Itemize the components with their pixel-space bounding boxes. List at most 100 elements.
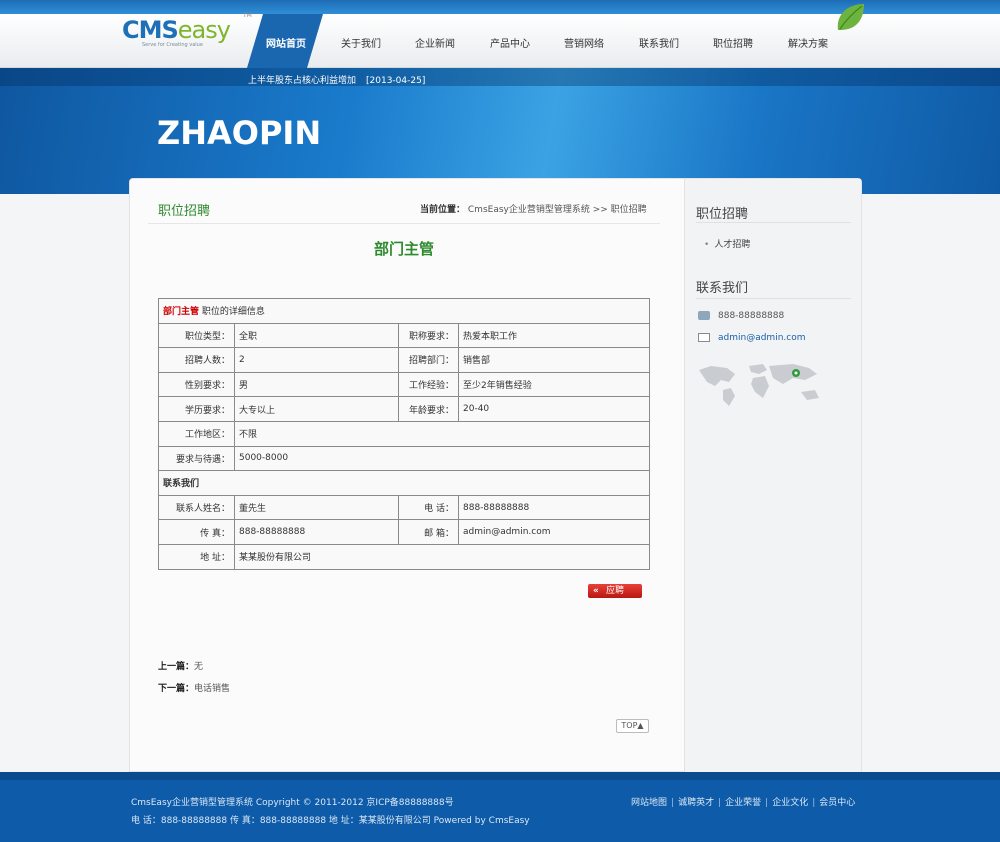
next-article[interactable]: 下一篇：电话销售: [158, 681, 230, 694]
footer-links: 网站地图 | 诚聘英才 | 企业荣誉 | 企业文化 | 会员中心: [631, 795, 855, 808]
nav-item-solutions[interactable]: 解决方案: [788, 35, 828, 50]
sidebar-phone: 888-88888888: [698, 311, 784, 321]
sidebar-divider: [696, 222, 851, 223]
field-label: 年龄要求：: [398, 396, 459, 422]
banner-title: ZHAOPIN: [157, 114, 322, 152]
sidebar-heading-contact: 联系我们: [696, 281, 749, 296]
field-label: 工作经验：: [398, 371, 459, 398]
nav-item-news[interactable]: 企业新闻: [415, 35, 455, 50]
heading-divider: [148, 223, 660, 224]
field-label: 联系人姓名：: [158, 494, 235, 521]
nav-item-products[interactable]: 产品中心: [490, 35, 530, 50]
news-ticker[interactable]: 上半年股东占核心利益增加 [2013-04-25]: [248, 73, 425, 86]
field-label: 邮 箱：: [398, 519, 459, 545]
sidebar-email[interactable]: admin@admin.com: [698, 333, 805, 343]
breadcrumb: 当前位置： CmsEasy企业营销型管理系统 >> 职位招聘: [420, 202, 647, 215]
separator: |: [765, 798, 769, 808]
field-label: 性别要求：: [158, 371, 235, 398]
apply-label: 应聘: [605, 586, 624, 596]
table-row: 性别要求： 男 工作经验： 至少2年销售经验: [158, 371, 650, 398]
nav-item-jobs[interactable]: 职位招聘: [713, 35, 753, 50]
table-caption-row: 部门主管 职位的详细信息: [158, 298, 650, 324]
footer-link-sitemap[interactable]: 网站地图: [631, 798, 667, 808]
table-row: 地 址： 某某股份有限公司: [158, 543, 650, 570]
table-row: 要求与待遇： 5000-8000: [158, 445, 650, 472]
field-label: 职位类型：: [158, 322, 235, 349]
apply-button[interactable]: « 应聘: [588, 584, 642, 598]
field-label: 要求与待遇：: [158, 445, 235, 472]
footer-link-honors[interactable]: 企业荣誉: [725, 798, 761, 808]
phone-icon: [698, 311, 710, 320]
table-row: 招聘人数： 2 招聘部门： 销售部: [158, 347, 650, 373]
logo-tm: TM: [243, 12, 252, 19]
breadcrumb-path[interactable]: CmsEasy企业营销型管理系统 >> 职位招聘: [468, 205, 647, 215]
world-map-image: [699, 364, 819, 406]
caption-job-name: 部门主管: [163, 307, 200, 318]
field-label: 招聘人数：: [158, 347, 235, 373]
back-to-top-button[interactable]: TOP▲: [616, 719, 649, 733]
field-value: 董先生: [234, 494, 399, 521]
footer-link-culture[interactable]: 企业文化: [772, 798, 808, 808]
leaf-icon: [837, 4, 864, 30]
table-row: 职位类型： 全职 职称要求： 热爱本职工作: [158, 322, 650, 349]
separator: |: [812, 798, 816, 808]
sidebar-panel: [684, 179, 861, 772]
nav-item-home[interactable]: 网站首页: [266, 35, 306, 50]
separator: |: [718, 798, 722, 808]
footer-contact: 电 话：888-88888888 传 真：888-88888888 地 址：某某…: [131, 816, 530, 826]
field-value: 某某股份有限公司: [234, 543, 650, 570]
table-row: 联系人姓名： 董先生 电 话： 888-88888888: [158, 494, 650, 521]
field-value: admin@admin.com: [458, 519, 650, 545]
table-row: 工作地区： 不限: [158, 420, 650, 447]
field-value: 888-88888888: [234, 519, 399, 545]
ticker-headline[interactable]: 上半年股东占核心利益增加: [248, 76, 356, 86]
field-value: 20-40: [458, 396, 650, 422]
field-label: 电 话：: [398, 494, 459, 521]
job-detail-table: 部门主管 职位的详细信息 职位类型： 全职 职称要求： 热爱本职工作 招聘人数：…: [158, 298, 650, 570]
breadcrumb-label: 当前位置：: [420, 205, 466, 215]
field-value: 销售部: [458, 347, 650, 373]
ticker-date: [2013-04-25]: [366, 76, 426, 86]
next-label: 下一篇：: [158, 684, 195, 694]
footer-link-member[interactable]: 会员中心: [819, 798, 855, 808]
prev-value: 无: [194, 662, 204, 672]
prev-article[interactable]: 上一篇：无: [158, 659, 203, 672]
footer-copyright: CmsEasy企业营销型管理系统 Copyright © 2011-2012 京…: [131, 798, 454, 808]
nav-item-contact[interactable]: 联系我们: [639, 35, 679, 50]
nav-item-network[interactable]: 营销网络: [564, 35, 604, 50]
logo-cms-text: CMS: [122, 16, 179, 44]
footer-link-careers[interactable]: 诚聘英才: [678, 798, 714, 808]
field-value: 不限: [234, 420, 650, 447]
field-value: 大专以上: [234, 396, 399, 422]
sidebar-divider: [696, 298, 851, 299]
nav-item-about[interactable]: 关于我们: [341, 35, 381, 50]
field-value: 2: [234, 347, 399, 373]
field-label: 工作地区：: [158, 420, 235, 447]
logo-tagline: Serve for Creating value: [142, 42, 203, 48]
field-label: 地 址：: [158, 543, 235, 570]
table-row: 学历要求： 大专以上 年龄要求： 20-40: [158, 396, 650, 422]
phone-number: 888-88888888: [718, 311, 785, 321]
site-logo[interactable]: CMSeasy TM Serve for Creating value: [122, 12, 252, 48]
field-label: 学历要求：: [158, 396, 235, 422]
mail-icon: [698, 333, 710, 342]
field-value: 至少2年销售经验: [458, 371, 650, 398]
hero-banner: [0, 68, 1000, 194]
next-value[interactable]: 电话销售: [194, 684, 230, 694]
field-value: 全职: [234, 322, 399, 349]
field-value: 888-88888888: [458, 494, 650, 521]
sidebar-heading-jobs: 职位招聘: [696, 207, 749, 222]
field-value: 热爱本职工作: [458, 322, 650, 349]
section-heading: 职位招聘: [158, 204, 211, 219]
field-value: 男: [234, 371, 399, 398]
double-arrow-icon: «: [593, 586, 599, 596]
prev-label: 上一篇：: [158, 662, 195, 672]
field-value: 5000-8000: [234, 445, 650, 472]
sidebar-item-talent[interactable]: 人才招聘: [704, 237, 750, 250]
logo-easy-text: easy: [177, 16, 231, 44]
table-row: 传 真： 888-88888888 邮 箱： admin@admin.com: [158, 519, 650, 545]
contact-header-row: 联系我们: [158, 470, 650, 496]
contact-header: 联系我们: [158, 470, 650, 496]
field-label: 职称要求：: [398, 322, 459, 349]
email-link[interactable]: admin@admin.com: [718, 333, 805, 343]
